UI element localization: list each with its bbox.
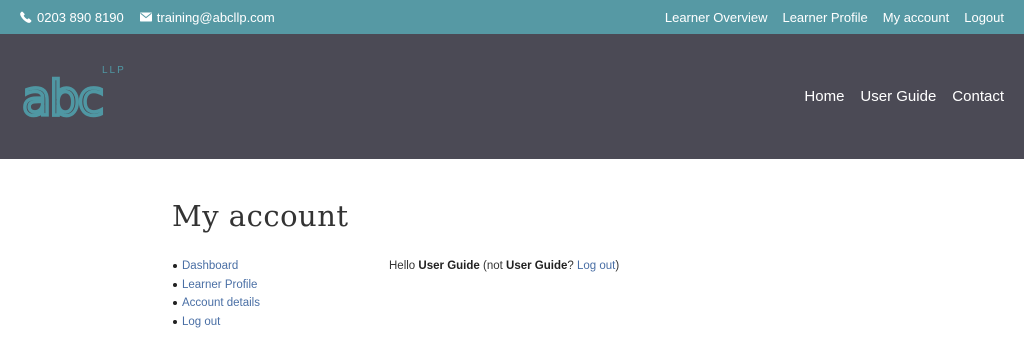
account-nav-account-details[interactable]: Account details [182, 297, 260, 309]
account-navigation: Dashboard Learner Profile Account detail… [172, 257, 260, 331]
account-nav-item: Dashboard [173, 257, 260, 276]
top-nav: Learner Overview Learner Profile My acco… [665, 10, 1004, 25]
abc-logo[interactable]: LLP abc [20, 63, 132, 125]
account-nav-learner-profile[interactable]: Learner Profile [182, 279, 257, 291]
envelope-icon [139, 12, 152, 22]
account-nav-item: Account details [173, 294, 260, 313]
contact-info: 0203 890 8190 training@abcllp.com [20, 10, 275, 25]
phone-number: 0203 890 8190 [37, 9, 124, 25]
site-header: LLP abc Home User Guide Contact [0, 34, 1024, 159]
topnav-learner-profile[interactable]: Learner Profile [782, 10, 867, 25]
phone-icon [20, 11, 32, 23]
logo-suffix: LLP [102, 65, 126, 76]
account-nav-item: Log out [173, 313, 260, 332]
greeting-message: Hello User Guide (not User Guide? Log ou… [389, 257, 619, 276]
greeting-username-repeat: User Guide [506, 260, 568, 272]
greeting-username: User Guide [418, 260, 480, 272]
main-nav: Home User Guide Contact [804, 88, 1004, 105]
nav-user-guide[interactable]: User Guide [860, 88, 936, 105]
logo-wordmark: abc [22, 71, 102, 125]
topnav-learner-overview[interactable]: Learner Overview [665, 10, 768, 25]
account-nav-log-out[interactable]: Log out [182, 316, 220, 328]
page-content: My account Dashboard Learner Profile Acc… [0, 159, 1024, 352]
nav-contact[interactable]: Contact [952, 88, 1004, 105]
greeting-hello: Hello [389, 260, 416, 272]
nav-home[interactable]: Home [804, 88, 844, 105]
phone-contact[interactable]: 0203 890 8190 [20, 10, 124, 25]
greeting-question: ? [567, 260, 574, 272]
greeting-close: ) [615, 260, 620, 272]
email-contact[interactable]: training@abcllp.com [139, 9, 275, 25]
page-title: My account [172, 199, 349, 233]
email-address: training@abcllp.com [156, 9, 275, 25]
account-nav-item: Learner Profile [173, 276, 260, 295]
greeting-not: (not [482, 260, 503, 272]
top-bar: 0203 890 8190 training@abcllp.com Learne… [0, 0, 1024, 34]
topnav-my-account[interactable]: My account [883, 10, 949, 25]
topnav-logout[interactable]: Logout [964, 10, 1004, 25]
greeting-logout-link[interactable]: Log out [577, 260, 615, 272]
account-nav-dashboard[interactable]: Dashboard [182, 260, 238, 272]
